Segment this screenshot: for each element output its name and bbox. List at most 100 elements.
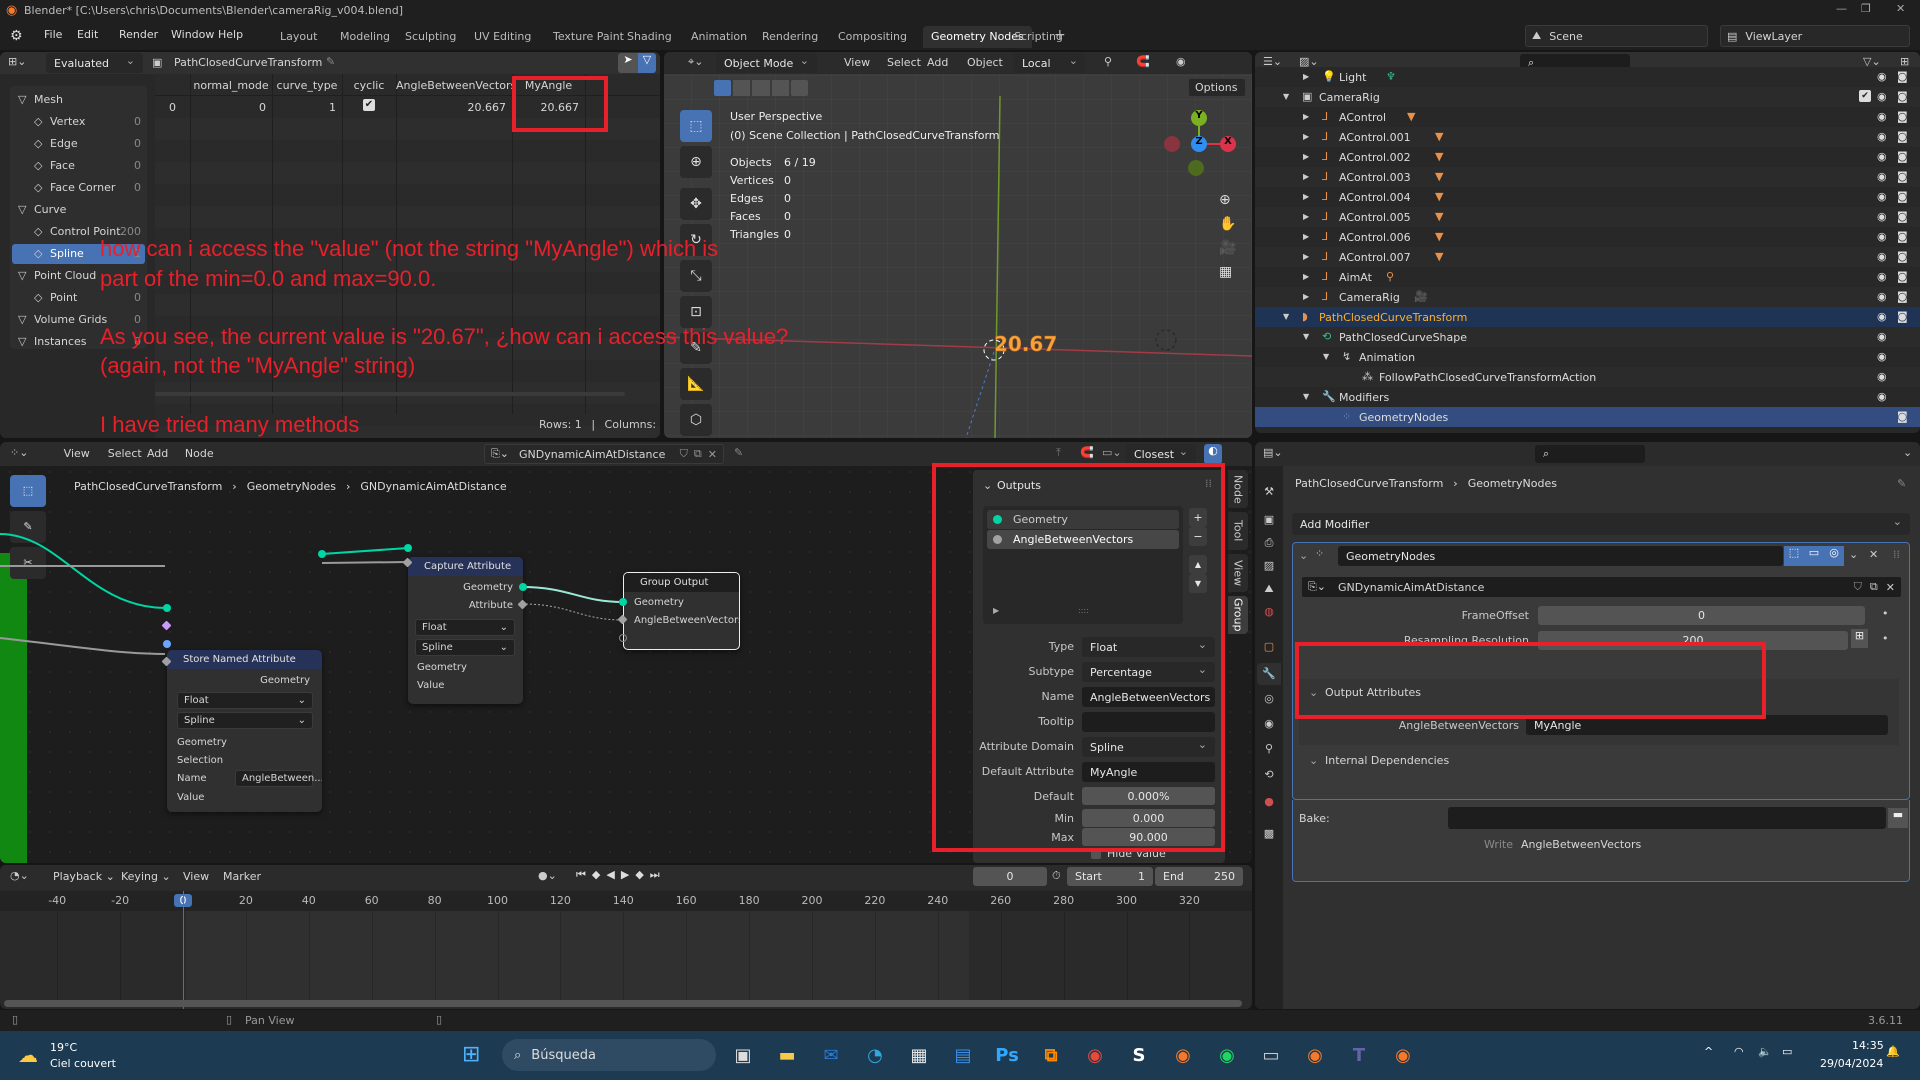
play-reverse-icon[interactable]: ◀ [606, 868, 614, 882]
perspective-grid-icon[interactable]: ▦ [1219, 264, 1243, 280]
fake-user-icon[interactable]: ⛉ [1854, 580, 1862, 594]
render-camera-icon[interactable]: ◙ [1897, 410, 1908, 423]
remove-output-button[interactable]: − [1189, 527, 1207, 546]
modifier-name-field[interactable]: GeometryNodes [1338, 546, 1783, 566]
outliner-row-animation[interactable]: ▼ ↯ Animation ◉ [1255, 347, 1920, 367]
menu-render[interactable]: Render [119, 28, 158, 41]
outliner-row-acontrol-004[interactable]: ▶ ⅃ AControl.004 ▼ ◉ ◙ [1255, 187, 1920, 207]
blender-app-icon[interactable]: ◉ [1388, 1041, 1418, 1069]
menu-file[interactable]: File [44, 28, 62, 41]
workspace-tab-compositing[interactable]: Compositing [838, 26, 907, 48]
particles-tab-icon[interactable]: ◎ [1257, 688, 1281, 710]
store-named-attribute-node[interactable]: Store Named Attribute Geometry Float ⌄ Sp… [167, 650, 322, 812]
expand-open-icon[interactable]: ▼ [1323, 352, 1329, 361]
domain-item-face[interactable]: ◇ Face 0 [12, 156, 145, 176]
outliner-row-acontrol-003[interactable]: ▶ ⅃ AControl.003 ▼ ◉ ◙ [1255, 167, 1920, 187]
constraint-icon[interactable]: ⚲ [1386, 270, 1394, 283]
terminal-app-icon[interactable]: ▭ [1256, 1041, 1286, 1069]
visibility-eye-icon[interactable]: ◉ [1877, 250, 1887, 263]
timeline-ruler[interactable]: -40-200204060801001201401601802002202402… [0, 891, 1252, 911]
name-field[interactable]: AngleBetweenVectors [1082, 687, 1215, 707]
domain-dropdown[interactable]: Spline ⌄ [415, 639, 515, 656]
node-editor[interactable]: ⁘⌄ View Select Add Node ⎘⌄ GNDynamicAimAtDi… [0, 442, 1252, 863]
group-output-node[interactable]: Group Output Geometry AngleBetweenVector… [623, 572, 740, 650]
render-camera-icon[interactable]: ◙ [1897, 290, 1908, 303]
3d-viewport[interactable]: ⌖⌄ Object Mode View Select Add Object Local… [664, 52, 1252, 438]
node-group-selector[interactable]: ⎘⌄ GNDynamicAimAtDistance ⛉ ⧉ ✕ [1301, 576, 1902, 598]
overlays-icon[interactable]: ◐ [1204, 444, 1222, 464]
render-camera-icon[interactable]: ◙ [1897, 270, 1908, 283]
world-tab-icon[interactable]: ◍ [1257, 601, 1281, 623]
vertex-group-icon[interactable]: ▼ [1435, 250, 1443, 263]
modifier-menu-chevron[interactable]: ⌄ [1849, 548, 1858, 561]
selected-only-toggle[interactable]: ➤ [618, 53, 638, 73]
view-layer-tab-icon[interactable]: ▨ [1257, 555, 1281, 577]
sidebar-tab-node[interactable]: Node [1228, 470, 1248, 508]
min-field[interactable]: 0.000 [1082, 809, 1215, 827]
timeline-menu-marker[interactable]: Marker [223, 870, 261, 883]
move-tool-icon[interactable]: ✥ [680, 188, 712, 220]
end-frame-field[interactable]: End 250 [1155, 867, 1243, 886]
tool-tab-icon[interactable]: ⚒ [1257, 481, 1281, 503]
viewport-display-toggle[interactable]: ▭ [1804, 546, 1824, 566]
timeline-scrollbar[interactable] [4, 1000, 1242, 1007]
proportional-edit-icon[interactable]: ◉ [1176, 55, 1186, 68]
outliner-row-aimat[interactable]: ▶ ⅃ AimAt ⚲ ◉ ◙ [1255, 267, 1920, 287]
expand-closed-icon[interactable]: ▶ [1303, 112, 1309, 121]
stopwatch-icon[interactable]: ⏱ [1052, 869, 1061, 883]
close-window-button[interactable]: ✕ [1896, 2, 1905, 15]
pin-icon[interactable]: ✎ [1897, 477, 1906, 490]
menu-edit[interactable]: Edit [77, 28, 98, 41]
output-attributes-title[interactable]: Output Attributes [1325, 686, 1421, 699]
next-keyframe-icon[interactable]: ◆ [635, 868, 643, 882]
visibility-eye-icon[interactable]: ◉ [1877, 230, 1887, 243]
remote-desktop-app-icon[interactable]: ⧉ [1036, 1041, 1066, 1069]
taskbar-search[interactable]: ⌕ Búsqueda [502, 1039, 716, 1071]
add-modifier-dropdown[interactable]: Add Modifier [1292, 513, 1910, 535]
render-camera-icon[interactable]: ◙ [1897, 250, 1908, 263]
material-tab-icon[interactable]: ● [1257, 791, 1281, 813]
empty-input-socket[interactable] [619, 634, 627, 642]
render-camera-icon[interactable]: ◙ [1897, 210, 1908, 223]
output-attribute-name-input[interactable]: MyAngle [1526, 715, 1888, 735]
default-field[interactable]: 0.000% [1082, 787, 1215, 805]
vertex-group-icon[interactable]: ▼ [1435, 190, 1443, 203]
outliner-row-acontrol-006[interactable]: ▶ ⅃ AControl.006 ▼ ◉ ◙ [1255, 227, 1920, 247]
expand-closed-icon[interactable]: ▶ [1303, 292, 1309, 301]
light-data-icon[interactable]: ♆ [1386, 70, 1396, 83]
drag-handle-icon[interactable]: ⁞⁞ [1893, 548, 1900, 561]
render-camera-icon[interactable]: ◙ [1897, 110, 1908, 123]
visibility-eye-icon[interactable]: ◉ [1877, 270, 1887, 283]
render-toggle[interactable]: ◎ [1824, 546, 1844, 566]
editor-type-icon[interactable]: ⊞⌄ [8, 55, 26, 68]
drag-handle-icon[interactable]: ⁞⁞ [1205, 477, 1212, 490]
expand-closed-icon[interactable]: ▶ [1303, 232, 1309, 241]
visibility-eye-icon[interactable]: ◉ [1877, 110, 1887, 123]
camera-view-icon[interactable]: 🎥 [1219, 240, 1243, 256]
outliner-row-camerarig[interactable]: ▼ ▣ CameraRig ✔ ◉ ◙ [1255, 87, 1920, 107]
visibility-eye-icon[interactable]: ◉ [1877, 170, 1887, 183]
breadcrumb-item[interactable]: GeometryNodes [1468, 477, 1557, 490]
render-camera-icon[interactable]: ◙ [1897, 170, 1908, 183]
move-up-button[interactable]: ▲ [1189, 555, 1207, 574]
workspace-tab-layout[interactable]: Layout [280, 26, 317, 48]
render-camera-icon[interactable]: ◙ [1897, 190, 1908, 203]
workspace-tab-rendering[interactable]: Rendering [762, 26, 818, 48]
select-intersect-button[interactable] [790, 80, 809, 96]
modifier-input-resampling-resolution[interactable]: 200 [1538, 631, 1848, 650]
outliner-row-acontrol-007[interactable]: ▶ ⅃ AControl.007 ▼ ◉ ◙ [1255, 247, 1920, 267]
visibility-eye-icon[interactable]: ◉ [1877, 210, 1887, 223]
attribute-name-field[interactable]: AngleBetween... [235, 770, 322, 787]
geometry-input-socket[interactable] [619, 598, 627, 606]
visibility-eye-icon[interactable]: ◉ [1877, 290, 1887, 303]
battery-icon[interactable]: ▭ [1782, 1045, 1792, 1058]
column-header-anglebetweenvectors[interactable]: AngleBetweenVectors [396, 79, 512, 92]
workspace-tab-modeling[interactable]: Modeling [340, 26, 390, 48]
workspace-tab-uv-editing[interactable]: UV Editing [474, 26, 531, 48]
data-type-dropdown[interactable]: Float ⌄ [177, 692, 313, 709]
start-frame-field[interactable]: Start 1 [1067, 867, 1153, 886]
render-camera-icon[interactable]: ◙ [1897, 90, 1908, 103]
data-tab-icon[interactable]: ⟲ [1257, 764, 1281, 786]
vertex-group-icon[interactable]: ▼ [1407, 110, 1415, 123]
navigation-gizmo[interactable]: Y Z X [1164, 110, 1244, 190]
